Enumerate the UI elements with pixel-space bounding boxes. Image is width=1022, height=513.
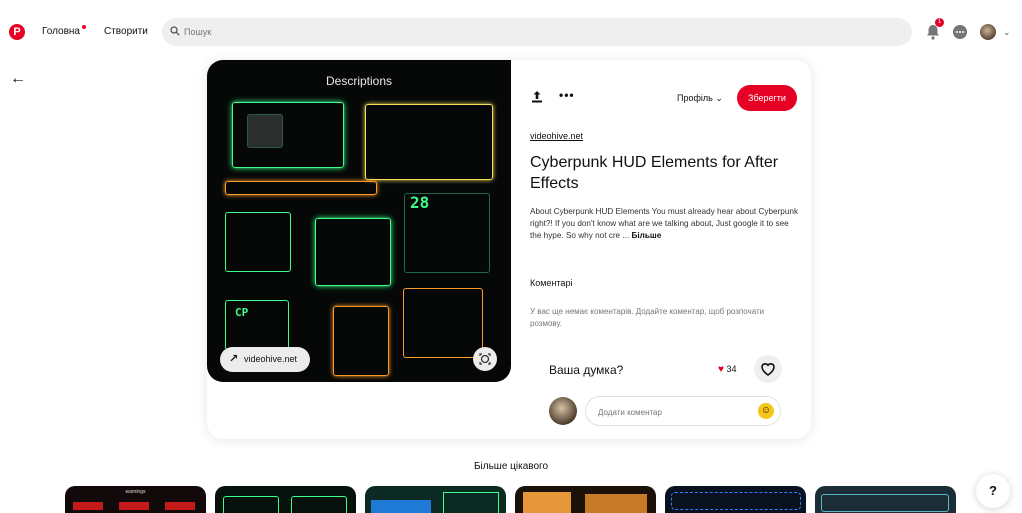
pin-description-text: About Cyberpunk HUD Elements You must al… <box>530 207 799 240</box>
source-domain-link[interactable]: videohive.net <box>530 131 583 141</box>
top-navigation: Головна Створити 1 ⌄ <box>0 0 1022 62</box>
related-pin-thumbnail[interactable] <box>365 486 506 513</box>
nav-create-link[interactable]: Створити <box>104 26 148 37</box>
comment-box[interactable]: ☺ <box>585 396 781 426</box>
pin-description: About Cyberpunk HUD Elements You must al… <box>530 206 800 242</box>
user-avatar[interactable] <box>980 24 996 40</box>
reaction-count-text: 34 <box>726 364 737 374</box>
back-arrow-icon[interactable]: ← <box>10 70 26 88</box>
pin-image[interactable]: Descriptions 28 CP ↗ videohive.net <box>207 60 511 382</box>
hud-panel-orange <box>333 306 389 376</box>
description-more-link[interactable]: Більше <box>632 231 662 240</box>
hud-grid-green <box>225 212 291 272</box>
messages-icon[interactable] <box>951 23 969 41</box>
comment-input[interactable] <box>598 405 748 419</box>
like-heart-button[interactable] <box>754 355 782 383</box>
emoji-picker-icon[interactable]: ☺ <box>758 403 774 419</box>
help-button[interactable]: ? <box>976 474 1010 508</box>
notification-badge: 1 <box>935 18 944 27</box>
hud-counter-text: 28 <box>410 193 430 212</box>
opinion-prompt: Ваша думка? <box>549 363 624 377</box>
nav-home-indicator-dot <box>82 25 86 29</box>
heart-outline-icon <box>761 363 775 376</box>
related-pin-thumbnail[interactable] <box>815 486 956 513</box>
comments-heading: Коментарі <box>530 278 573 288</box>
hud-panel-yellow <box>365 104 493 180</box>
hud-cp-text: CP <box>235 306 249 319</box>
share-upload-icon[interactable] <box>530 90 544 104</box>
search-icon <box>170 26 180 36</box>
hud-panel-orange-2 <box>403 288 483 358</box>
more-options-icon[interactable]: ••• <box>559 88 575 102</box>
no-comments-text: У вас ще немає коментарів. Додайте комен… <box>530 307 765 328</box>
board-profile-label: Профіль <box>677 93 713 103</box>
nav-home-link[interactable]: Головна <box>42 26 80 37</box>
related-pin-thumbnail[interactable]: warnings <box>65 486 206 513</box>
account-chevron-down-icon[interactable]: ⌄ <box>1003 27 1011 38</box>
board-profile-dropdown[interactable]: Профіль ⌄ <box>677 93 723 104</box>
hud-bar-orange <box>225 181 377 195</box>
thumbnail-label: warnings <box>125 489 146 495</box>
pinterest-logo-icon[interactable] <box>9 24 25 40</box>
external-arrow-icon: ↗ <box>229 353 239 365</box>
pin-closeup-card: Descriptions 28 CP ↗ videohive.net ••• П… <box>207 60 811 439</box>
source-link-text: videohive.net <box>244 354 298 364</box>
related-pin-thumbnail[interactable] <box>215 486 356 513</box>
search-bar[interactable] <box>162 18 912 46</box>
hud-panel-green-2 <box>315 218 391 286</box>
source-link-pill[interactable]: ↗ videohive.net <box>220 347 310 372</box>
visual-search-lens-icon[interactable] <box>473 347 497 371</box>
reaction-count: ♥ 34 <box>718 364 736 375</box>
related-pin-thumbnail[interactable] <box>515 486 656 513</box>
heart-reaction-icon: ♥ <box>718 364 724 375</box>
chevron-down-icon: ⌄ <box>715 93 723 103</box>
pin-title: Cyberpunk HUD Elements for After Effects <box>530 154 779 192</box>
image-title-text: Descriptions <box>325 74 393 88</box>
pin-details-panel: ••• Профіль ⌄ Зберегти videohive.net Cyb… <box>511 60 811 439</box>
related-pin-thumbnail[interactable] <box>665 486 806 513</box>
save-button[interactable]: Зберегти <box>737 85 797 111</box>
more-ideas-heading: Більше цікавого <box>473 461 549 472</box>
commenter-avatar <box>549 397 577 425</box>
hud-screen <box>247 114 283 148</box>
search-input[interactable] <box>184 24 884 40</box>
